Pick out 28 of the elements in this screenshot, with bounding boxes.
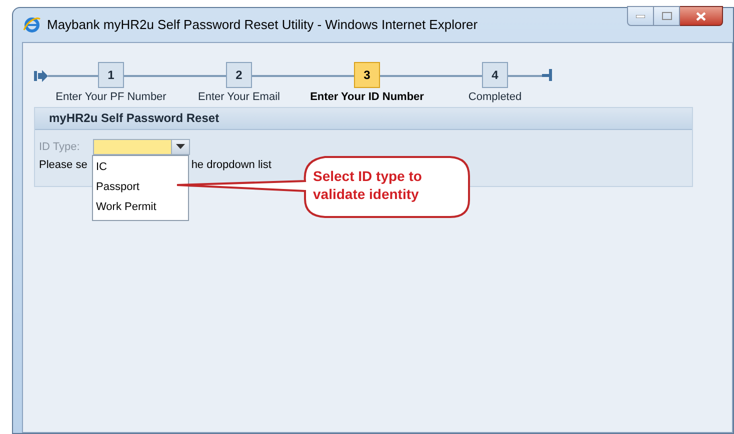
step-label: Enter Your Email (198, 90, 280, 105)
minimize-icon (636, 14, 645, 18)
dropdown-option[interactable]: Passport (93, 178, 188, 198)
field-label: ID Type: (39, 140, 81, 154)
close-icon (696, 12, 706, 20)
id-type-dropdown[interactable] (93, 138, 190, 155)
maximize-icon (662, 12, 672, 20)
window-title: Maybank myHR2u Self Password Reset Utility - Windows Internet Explorer (47, 16, 478, 34)
close-button[interactable] (680, 6, 723, 26)
callout-text: Select ID type to validate identity (313, 167, 423, 203)
step-label: Enter Your PF Number (56, 90, 166, 105)
step-number: 3 (354, 62, 380, 88)
start-arrow-icon (34, 70, 48, 82)
panel-title: myHR2u Self Password Reset (49, 110, 220, 127)
step-label: Enter Your ID Number (310, 90, 424, 105)
step-number: 2 (226, 62, 252, 88)
dropdown-caret-icon (176, 144, 185, 150)
instruction-text: he dropdown list (191, 158, 272, 173)
end-marker-icon (542, 69, 552, 81)
dropdown-option[interactable]: Work Permit (93, 198, 188, 218)
dropdown-option[interactable]: IC (93, 158, 188, 178)
minimize-button[interactable] (627, 6, 654, 26)
browser-logo-icon (23, 16, 41, 34)
step-label: Completed (468, 90, 522, 105)
maximize-button[interactable] (654, 6, 680, 26)
instruction-text: Please se (39, 158, 88, 173)
step-number: 4 (482, 62, 508, 88)
step-number: 1 (98, 62, 124, 88)
